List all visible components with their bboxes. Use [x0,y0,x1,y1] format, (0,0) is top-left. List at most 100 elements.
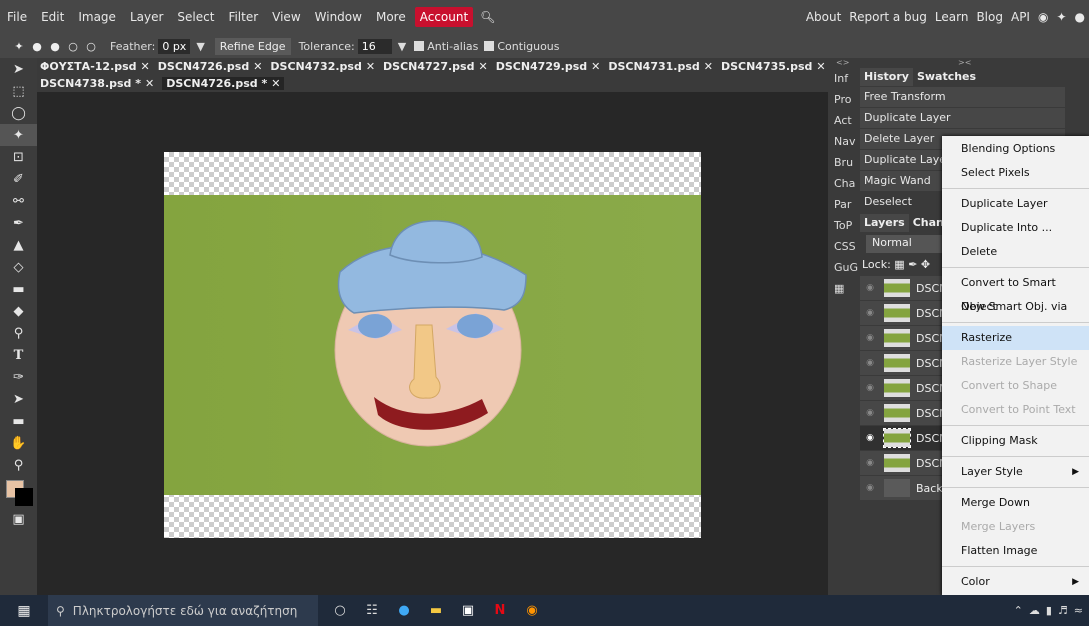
firefox-icon[interactable]: ◉ [516,595,548,626]
menu-window[interactable]: Window [308,0,369,34]
menu-select[interactable]: Select [170,0,221,34]
magic-wand-tool-icon[interactable]: ✦ [0,124,37,146]
document-tab[interactable]: ΦΟΥΣΤΑ-12.psd ✕ [40,60,150,73]
eye-icon[interactable]: ◉ [860,483,880,493]
history-item[interactable]: Free Transform [860,87,1065,107]
chevron-down-icon[interactable]: ▼ [398,40,406,53]
menu-clipping-mask[interactable]: Clipping Mask [942,429,1089,453]
crop-tool-icon[interactable]: ⊡ [0,146,37,168]
edge-browser-icon[interactable]: ● [388,595,420,626]
eye-icon[interactable]: ◉ [860,308,880,318]
document-tab[interactable]: DSCN4726.psd ✕ [158,60,263,73]
menu-layer-style[interactable]: Layer Style ▶ [942,460,1089,484]
close-icon[interactable]: ✕ [478,60,487,73]
onedrive-icon[interactable]: ☁ [1029,604,1040,617]
document-tab[interactable]: DSCN4738.psd * ✕ [40,77,154,90]
close-icon[interactable]: ✕ [591,60,600,73]
collapse-icon[interactable]: <> [828,58,858,68]
menu-file[interactable]: File [0,0,34,34]
tab-layers[interactable]: Layers [860,214,909,232]
document-tab[interactable]: DSCN4727.psd ✕ [383,60,488,73]
marquee-tool-icon[interactable]: ⬚ [0,80,37,102]
file-explorer-icon[interactable]: ▬ [420,595,452,626]
hand-tool-icon[interactable]: ✋ [0,432,37,454]
cortana-icon[interactable]: ○ [324,595,356,626]
type-tool-icon[interactable]: T [0,344,37,366]
menu-view[interactable]: View [265,0,307,34]
image-icon[interactable]: ▦ [828,278,858,299]
tab-swatches[interactable]: Swatches [913,68,980,86]
menu-new-smart-obj-via-copy[interactable]: New Smart Obj. via Copy [942,295,1089,337]
netflix-icon[interactable]: N [484,595,516,626]
gradient-tool-icon[interactable]: ▬ [0,278,37,300]
facebook-icon[interactable]: ● [1071,0,1089,34]
document-tab[interactable]: DSCN4731.psd ✕ [608,60,713,73]
dodge-tool-icon[interactable]: ⚲ [0,322,37,344]
menu-image[interactable]: Image [71,0,123,34]
eye-icon[interactable]: ◉ [860,283,880,293]
eye-icon[interactable]: ◉ [860,383,880,393]
twitter-icon[interactable]: ✦ [1052,0,1070,34]
task-view-icon[interactable]: ☷ [356,595,388,626]
menu-more[interactable]: More [369,0,413,34]
eye-icon[interactable]: ◉ [860,408,880,418]
panel-navigator-button[interactable]: Nav [828,131,858,152]
menu-merge-down[interactable]: Merge Down [942,491,1089,515]
account-button[interactable]: Account [414,7,474,27]
blur-tool-icon[interactable]: ◆ [0,300,37,322]
windows-start-icon[interactable]: ▦ [0,603,48,619]
lock-transparency-icon[interactable]: ▦ [894,258,904,271]
reddit-icon[interactable]: ◉ [1034,0,1052,34]
menu-edit[interactable]: Edit [34,0,71,34]
selection-add-icon[interactable]: ● [46,40,64,53]
close-icon[interactable]: ✕ [141,60,150,73]
brush-tool-icon[interactable]: ✒ [0,212,37,234]
feather-input[interactable]: 0 px [158,38,191,54]
contiguous-checkbox[interactable] [484,41,495,51]
menu-flatten-image[interactable]: Flatten Image [942,539,1089,563]
panel-properties-button[interactable]: Pro [828,89,858,110]
panel-guides-button[interactable]: GuG [828,257,858,278]
document-tab-active[interactable]: DSCN4726.psd * ✕ [162,77,285,90]
document-tab[interactable]: DSCN4729.psd ✕ [496,60,601,73]
zoom-tool-icon[interactable]: ⚲ [0,454,37,476]
color-swatches[interactable] [0,476,37,508]
menu-blog[interactable]: Blog [972,0,1007,34]
path-select-tool-icon[interactable]: ➤ [0,388,37,410]
canvas-area[interactable] [37,92,828,595]
eye-icon[interactable]: ◉ [860,433,880,443]
document-tab[interactable]: DSCN4735.psd ✕ [721,60,826,73]
menu-select-pixels[interactable]: Select Pixels [942,161,1089,185]
close-icon[interactable]: ✕ [253,60,262,73]
document-canvas[interactable] [164,152,701,538]
document-tab[interactable]: DSCN4732.psd ✕ [270,60,375,73]
wifi-icon[interactable]: ≈ [1074,604,1083,617]
menu-blending-options[interactable]: Blending Options [942,137,1089,161]
close-icon[interactable]: ✕ [704,60,713,73]
menu-report-bug[interactable]: Report a bug [845,0,931,34]
close-icon[interactable]: ✕ [271,77,280,90]
history-item[interactable]: Duplicate Layer [860,108,1065,128]
panel-brush-button[interactable]: Bru [828,152,858,173]
menu-filter[interactable]: Filter [221,0,265,34]
clone-stamp-tool-icon[interactable]: ▲ [0,234,37,256]
close-icon[interactable]: ✕ [366,60,375,73]
healing-tool-icon[interactable]: ⚯ [0,190,37,212]
menu-delete[interactable]: Delete [942,240,1089,264]
refine-edge-button[interactable]: Refine Edge [214,37,291,55]
volume-icon[interactable]: ♬ [1058,604,1068,617]
selection-subtract-icon[interactable]: ○ [64,40,82,53]
move-tool-icon[interactable]: ➤ [0,58,37,80]
chevron-up-icon[interactable]: ⌃ [1014,604,1023,617]
close-icon[interactable]: ✕ [816,60,825,73]
shape-tool-icon[interactable]: ▬ [0,410,37,432]
menu-learn[interactable]: Learn [931,0,973,34]
blend-mode-select[interactable]: Normal [866,235,946,253]
selection-intersect-icon[interactable]: ○ [82,40,100,53]
panel-tool-presets-button[interactable]: ToP [828,215,858,236]
lasso-tool-icon[interactable]: ◯ [0,102,37,124]
menu-rasterize[interactable]: Rasterize [942,326,1089,350]
background-color[interactable] [15,488,33,506]
panel-paragraph-button[interactable]: Par [828,194,858,215]
eye-icon[interactable]: ◉ [860,358,880,368]
